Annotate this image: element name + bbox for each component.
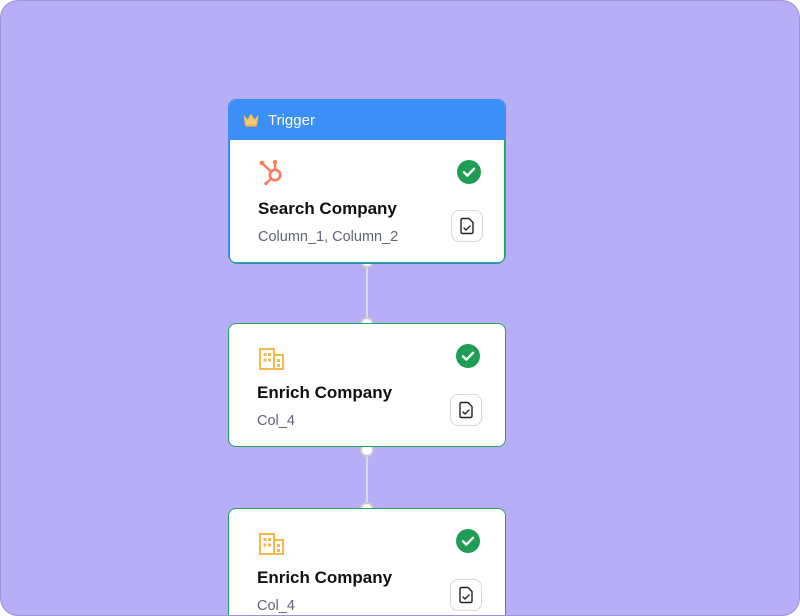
node-subtitle: Col_4 xyxy=(257,598,295,614)
node-body: Enrich Company Col_4 xyxy=(229,509,505,615)
trigger-node-search-company[interactable]: Trigger Search Company Column_1, Column_… xyxy=(228,99,506,264)
node-subtitle: Col_4 xyxy=(257,413,295,429)
node-enrich-company[interactable]: Enrich Company Col_4 xyxy=(228,508,506,615)
success-check-icon xyxy=(456,529,480,553)
building-icon xyxy=(259,348,284,370)
crown-icon xyxy=(243,114,259,127)
trigger-header: Trigger xyxy=(229,100,505,140)
node-subtitle: Column_1, Column_2 xyxy=(258,229,399,245)
node-body: Search Company Column_1, Column_2 xyxy=(229,140,505,264)
document-check-icon xyxy=(459,586,473,604)
document-check-icon xyxy=(460,217,474,235)
view-output-button[interactable] xyxy=(450,579,482,611)
view-output-button[interactable] xyxy=(450,394,482,426)
node-title: Enrich Company xyxy=(257,383,393,402)
connector-line xyxy=(366,263,368,323)
view-output-button[interactable] xyxy=(451,210,483,242)
document-check-icon xyxy=(459,401,473,419)
trigger-label: Trigger xyxy=(268,111,315,129)
connector-line xyxy=(366,448,368,508)
node-body: Enrich Company Col_4 xyxy=(229,324,505,446)
node-enrich-company[interactable]: Enrich Company Col_4 xyxy=(228,323,506,447)
node-title: Search Company xyxy=(258,199,397,218)
success-check-icon xyxy=(456,344,480,368)
hubspot-icon xyxy=(259,160,282,186)
success-check-icon xyxy=(457,160,481,184)
node-title: Enrich Company xyxy=(257,568,393,587)
workflow-canvas[interactable]: Trigger Search Company Column_1, Column_… xyxy=(0,0,800,616)
building-icon xyxy=(259,533,284,555)
